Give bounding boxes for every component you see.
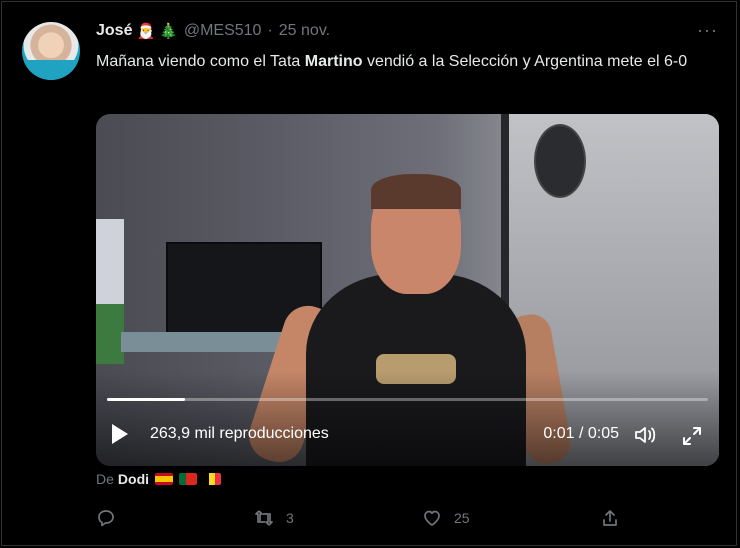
tweet-date[interactable]: 25 nov. (279, 22, 330, 40)
christmas-tree-emoji: 🎄 (159, 23, 178, 40)
spain-flag-icon (155, 473, 174, 485)
attribution-author[interactable]: Dodi (118, 471, 149, 487)
reply-button[interactable] (96, 508, 128, 528)
retweet-count: 3 (286, 510, 294, 526)
santa-emoji: 🎅 (136, 23, 156, 40)
separator: · (267, 22, 273, 39)
tweet-header: José 🎅 🎄 @MES510 · 25 nov. (96, 22, 330, 40)
reply-icon (98, 510, 114, 527)
attribution-prefix: De (96, 471, 114, 487)
avatar[interactable] (22, 22, 80, 80)
play-icon[interactable] (112, 424, 128, 444)
like-button[interactable]: 25 (422, 508, 470, 528)
volume-icon[interactable] (633, 425, 657, 445)
video-progress-fill (107, 398, 186, 401)
author-name[interactable]: José (96, 22, 132, 40)
video-player[interactable]: 263,9 mil reproducciones 0:01 / 0:05 (96, 114, 719, 466)
belgium-flag-icon (203, 473, 222, 485)
video-progress-bar[interactable] (107, 398, 708, 401)
fullscreen-icon[interactable] (681, 425, 703, 447)
author-handle[interactable]: @MES510 (184, 22, 262, 40)
share-button[interactable] (600, 508, 620, 528)
more-options-icon[interactable]: ··· (697, 20, 718, 41)
retweet-button[interactable]: 3 (254, 508, 294, 528)
video-time: 0:01 / 0:05 (543, 425, 619, 442)
portugal-flag-icon (179, 473, 198, 485)
tweet-actions: 3 25 (96, 508, 626, 534)
retweet-icon (255, 510, 273, 526)
tweet-text: Mañana viendo como el Tata Martino vendi… (96, 53, 688, 70)
share-icon (603, 510, 617, 526)
like-count: 25 (454, 510, 470, 526)
video-controls: 263,9 mil reproducciones 0:01 / 0:05 (96, 418, 719, 458)
heart-icon (424, 510, 440, 526)
view-count: 263,9 mil reproducciones (150, 425, 329, 442)
video-attribution: De Dodi (96, 471, 222, 487)
